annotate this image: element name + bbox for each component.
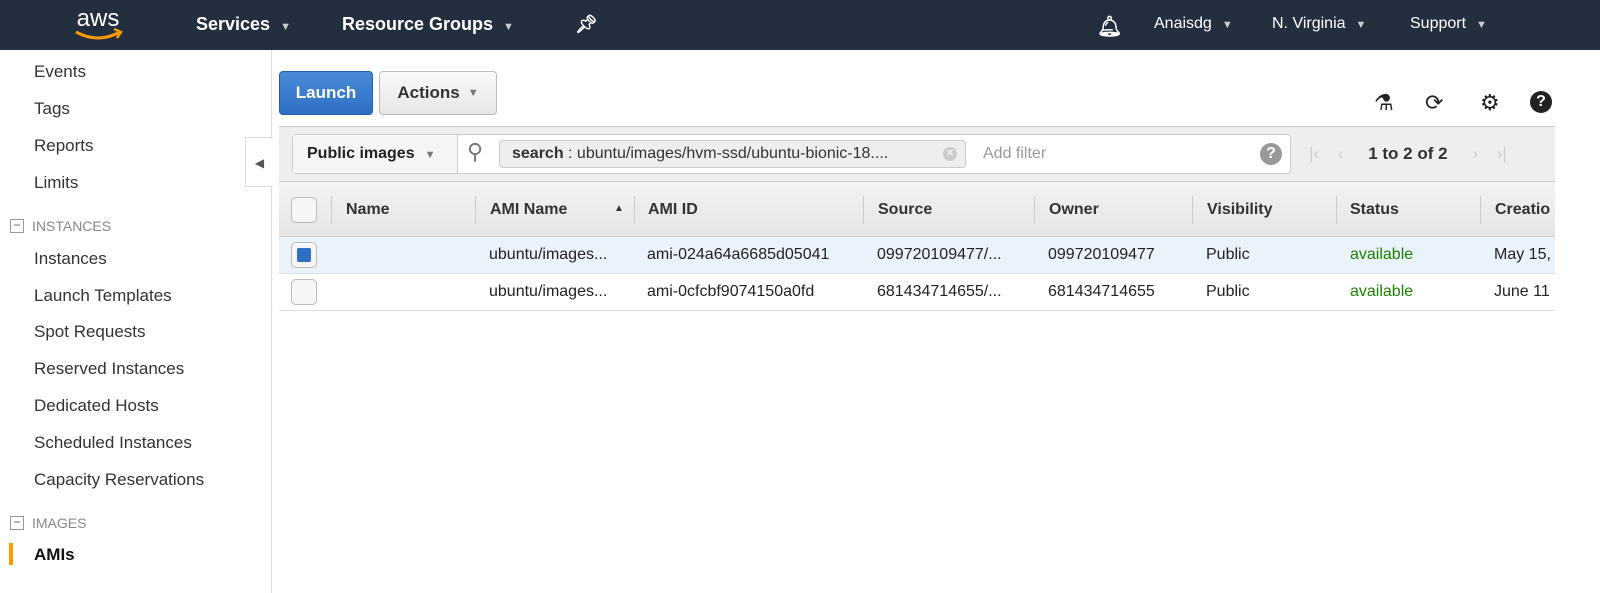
refresh-icon[interactable]: ⟳ [1425,90,1443,116]
ami-table: Name AMI Name ▲ AMI ID Source Owner Visi… [279,182,1555,311]
sidebar-item-limits[interactable]: Limits [34,173,78,193]
flask-icon[interactable]: ⚗︎ [1374,90,1394,116]
support-label: Support [1410,15,1467,32]
section-images[interactable]: − IMAGES [10,515,86,531]
table-header: Name AMI Name ▲ AMI ID Source Owner Visi… [279,182,1555,237]
cell-creation: June 11 [1494,283,1550,300]
cell-status: available [1350,283,1414,300]
page-range: 1 to 2 of 2 [1368,144,1448,163]
sidebar-item-instances[interactable]: Instances [34,249,107,269]
col-status[interactable]: Status [1350,182,1399,237]
region-menu[interactable]: N. Virginia ▼ [1272,15,1366,33]
pin-icon[interactable]: 📌︎ [575,14,598,35]
section-label: INSTANCES [32,218,112,234]
cell-source: 099720109477/... [877,246,1002,263]
sidebar: Events Tags Reports Limits − INSTANCES In… [0,50,272,593]
col-visibility[interactable]: Visibility [1207,182,1273,237]
active-indicator [9,543,13,565]
top-nav: aws Services ▼ Resource Groups ▼ 📌︎ 🔔︎ Ana… [0,0,1600,50]
help-icon[interactable]: ? [1530,91,1552,113]
search-box[interactable]: Public images ▼ ⚲ search : ubuntu/images/… [292,134,1291,174]
cell-ami-name: ubuntu/images... [489,246,608,263]
resource-groups-label: Resource Groups [342,14,494,34]
prev-page-icon[interactable]: ‹ [1338,144,1344,163]
section-label: IMAGES [32,515,87,531]
col-ami-id[interactable]: AMI ID [648,182,698,237]
next-page-icon[interactable]: › [1472,144,1478,163]
last-page-icon[interactable]: ›| [1497,144,1507,163]
cell-ami-id: ami-0cfcbf9074150a0fd [647,283,815,300]
bell-icon[interactable]: 🔔︎ [1097,14,1122,39]
table-row[interactable]: ubuntu/images... ami-024a64a6685d05041 0… [279,237,1555,274]
chevron-down-icon: ▼ [1221,19,1233,31]
add-filter-input[interactable]: Add filter [983,135,1046,173]
user-menu[interactable]: Anaisdg ▼ [1154,15,1233,33]
image-scope-select[interactable]: Public images ▼ [293,135,458,173]
chip-key: search [512,145,564,162]
cell-status: available [1350,246,1414,263]
row-checkbox[interactable] [291,279,317,305]
sidebar-item-reports[interactable]: Reports [34,136,94,156]
cell-creation: May 15, [1494,246,1551,263]
sidebar-item-events[interactable]: Events [34,62,86,82]
first-page-icon[interactable]: |‹ [1309,144,1319,163]
chevron-down-icon: ▼ [424,149,436,161]
user-label: Anaisdg [1154,15,1212,32]
sidebar-item-tags[interactable]: Tags [34,99,70,119]
col-ami-name[interactable]: AMI Name [490,182,567,237]
pagination: |‹ ‹ 1 to 2 of 2 › ›| [1309,127,1507,181]
chevron-down-icon: ▼ [1355,19,1367,31]
collapse-icon[interactable]: − [10,516,24,530]
actions-label: Actions [397,83,460,102]
region-label: N. Virginia [1272,15,1346,32]
sidebar-item-capacity-reservations[interactable]: Capacity Reservations [34,470,204,490]
col-name[interactable]: Name [346,182,390,237]
sidebar-item-dedicated-hosts[interactable]: Dedicated Hosts [34,396,159,416]
select-all-checkbox[interactable] [291,197,317,223]
filter-help-icon[interactable]: ? [1260,143,1282,165]
chevron-down-icon: ▼ [1476,19,1487,31]
sort-asc-icon: ▲ [614,203,624,214]
svg-text:aws: aws [77,5,120,32]
actions-button[interactable]: Actions ▼ [379,71,497,115]
gear-icon[interactable]: ⚙︎ [1480,90,1500,116]
cell-ami-name: ubuntu/images... [489,283,608,300]
sidebar-item-launch-templates[interactable]: Launch Templates [34,286,172,306]
support-menu[interactable]: Support ▼ [1410,15,1487,33]
aws-logo[interactable]: aws [70,2,126,42]
chevron-down-icon: ▼ [280,21,291,33]
sidebar-item-amis[interactable]: AMIs [34,545,75,565]
cell-owner: 681434714655 [1048,283,1155,300]
collapse-icon[interactable]: − [10,219,24,233]
remove-filter-icon[interactable]: ✕ [943,147,957,161]
chevron-down-icon: ▼ [467,87,479,99]
table-row[interactable]: ubuntu/images... ami-0cfcbf9074150a0fd 6… [279,274,1555,311]
filter-chip[interactable]: search : ubuntu/images/hvm-ssd/ubuntu-bi… [499,140,966,168]
cell-owner: 099720109477 [1048,246,1155,263]
col-owner[interactable]: Owner [1049,182,1099,237]
scope-label: Public images [307,145,415,162]
cell-visibility: Public [1206,283,1250,300]
cell-visibility: Public [1206,246,1250,263]
chip-value: : ubuntu/images/hvm-ssd/ubuntu-bionic-18… [563,145,889,162]
launch-button[interactable]: Launch [279,71,373,115]
row-checkbox[interactable] [291,242,317,268]
collapse-sidebar-button[interactable]: ◀ [245,137,273,187]
services-label: Services [196,14,271,34]
col-source[interactable]: Source [878,182,932,237]
sidebar-item-spot-requests[interactable]: Spot Requests [34,322,146,342]
services-menu[interactable]: Services ▼ [196,14,291,35]
sidebar-item-scheduled-instances[interactable]: Scheduled Instances [34,433,192,453]
resource-groups-menu[interactable]: Resource Groups ▼ [342,14,514,35]
chevron-down-icon: ▼ [503,21,514,33]
sidebar-item-reserved-instances[interactable]: Reserved Instances [34,359,184,379]
section-instances[interactable]: − INSTANCES [10,218,111,234]
col-creation[interactable]: Creatio [1495,182,1550,237]
cell-source: 681434714655/... [877,283,1002,300]
cell-ami-id: ami-024a64a6685d05041 [647,246,830,263]
filter-bar: Public images ▼ ⚲ search : ubuntu/images/… [279,126,1555,182]
search-icon: ⚲ [467,139,484,164]
